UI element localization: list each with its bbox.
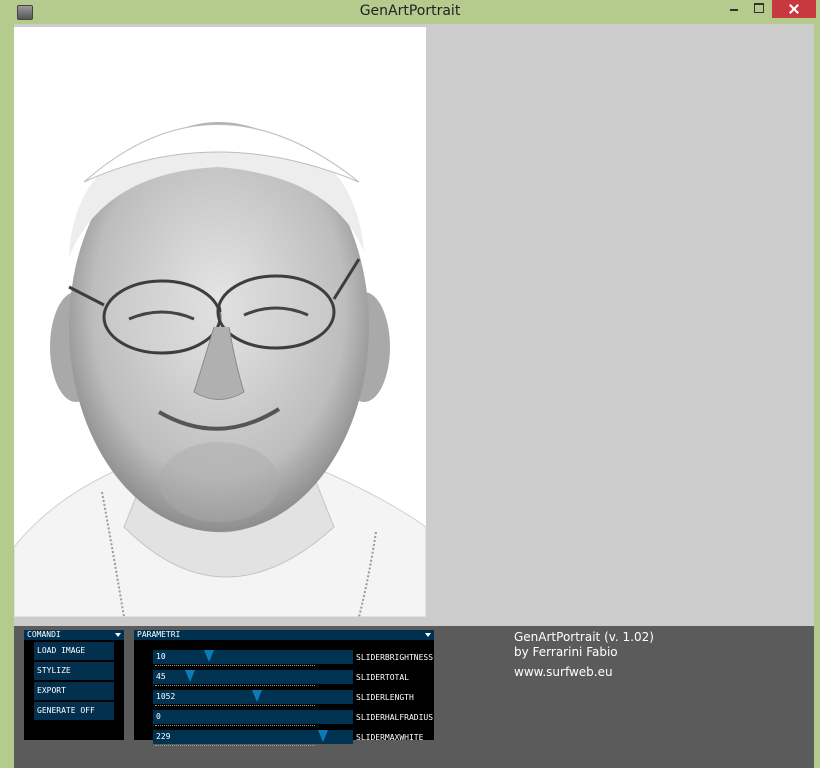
website-text: www.surfweb.eu [514,665,613,679]
slider-value: 45 [156,672,166,681]
window-frame-left [0,24,14,768]
parametri-group: PARAMETRI 10 SLIDERBRIGHTNESS 45 SLIDERT… [134,630,434,746]
export-button[interactable]: EXPORT [34,682,114,700]
close-button[interactable] [772,0,816,18]
slider-ticks [155,725,315,728]
slider-label: SLIDERHALFRADIUS [356,713,434,722]
slider-track[interactable] [153,650,353,664]
slider-track[interactable] [153,710,353,724]
slider-ticks [155,705,315,708]
title-bar: GenArtPortrait [0,0,820,24]
author-text: by Ferrarini Fabio [514,645,618,659]
stylize-button[interactable]: STYLIZE [34,662,114,680]
slider-handle[interactable] [204,650,215,662]
control-panel: COMANDI LOAD IMAGE STYLIZE EXPORT GENERA… [14,626,814,768]
slider-label: SLIDERLENGTH [356,693,414,702]
load-image-button[interactable]: LOAD IMAGE [34,642,114,660]
window-title: GenArtPortrait [359,3,461,19]
slider-ticks [155,745,315,748]
generate-toggle-button[interactable]: GENERATE OFF [34,702,114,720]
comandi-group: COMANDI LOAD IMAGE STYLIZE EXPORT GENERA… [24,630,124,740]
slider-track[interactable] [153,670,353,684]
chevron-down-icon [425,633,431,637]
maximize-button[interactable] [747,0,771,18]
portrait-image [14,27,426,617]
minimize-button[interactable] [722,0,746,18]
slider-label: SLIDERTOTAL [356,673,409,682]
slider-ticks [155,665,315,668]
slider-value: 0 [156,712,161,721]
slider-value: 1052 [156,692,176,701]
app-version-text: GenArtPortrait (v. 1.02) [514,630,654,644]
slider-handle[interactable] [318,730,329,742]
slider-handle[interactable] [185,670,196,682]
comandi-header-label: COMANDI [27,630,61,639]
portrait-image-drawing [14,122,426,617]
slider-label: SLIDERMAXWHITE [356,733,424,742]
window-frame-right [814,24,820,768]
slider-value: 229 [156,732,171,741]
chevron-down-icon [115,633,121,637]
slider-handle[interactable] [251,690,262,702]
parametri-header[interactable]: PARAMETRI [134,630,434,640]
slider-value: 10 [156,652,166,661]
slider-ticks [155,685,315,688]
slider-label: SLIDERBRIGHTNESS [356,653,434,662]
comandi-header[interactable]: COMANDI [24,630,124,640]
parametri-header-label: PARAMETRI [137,630,181,639]
